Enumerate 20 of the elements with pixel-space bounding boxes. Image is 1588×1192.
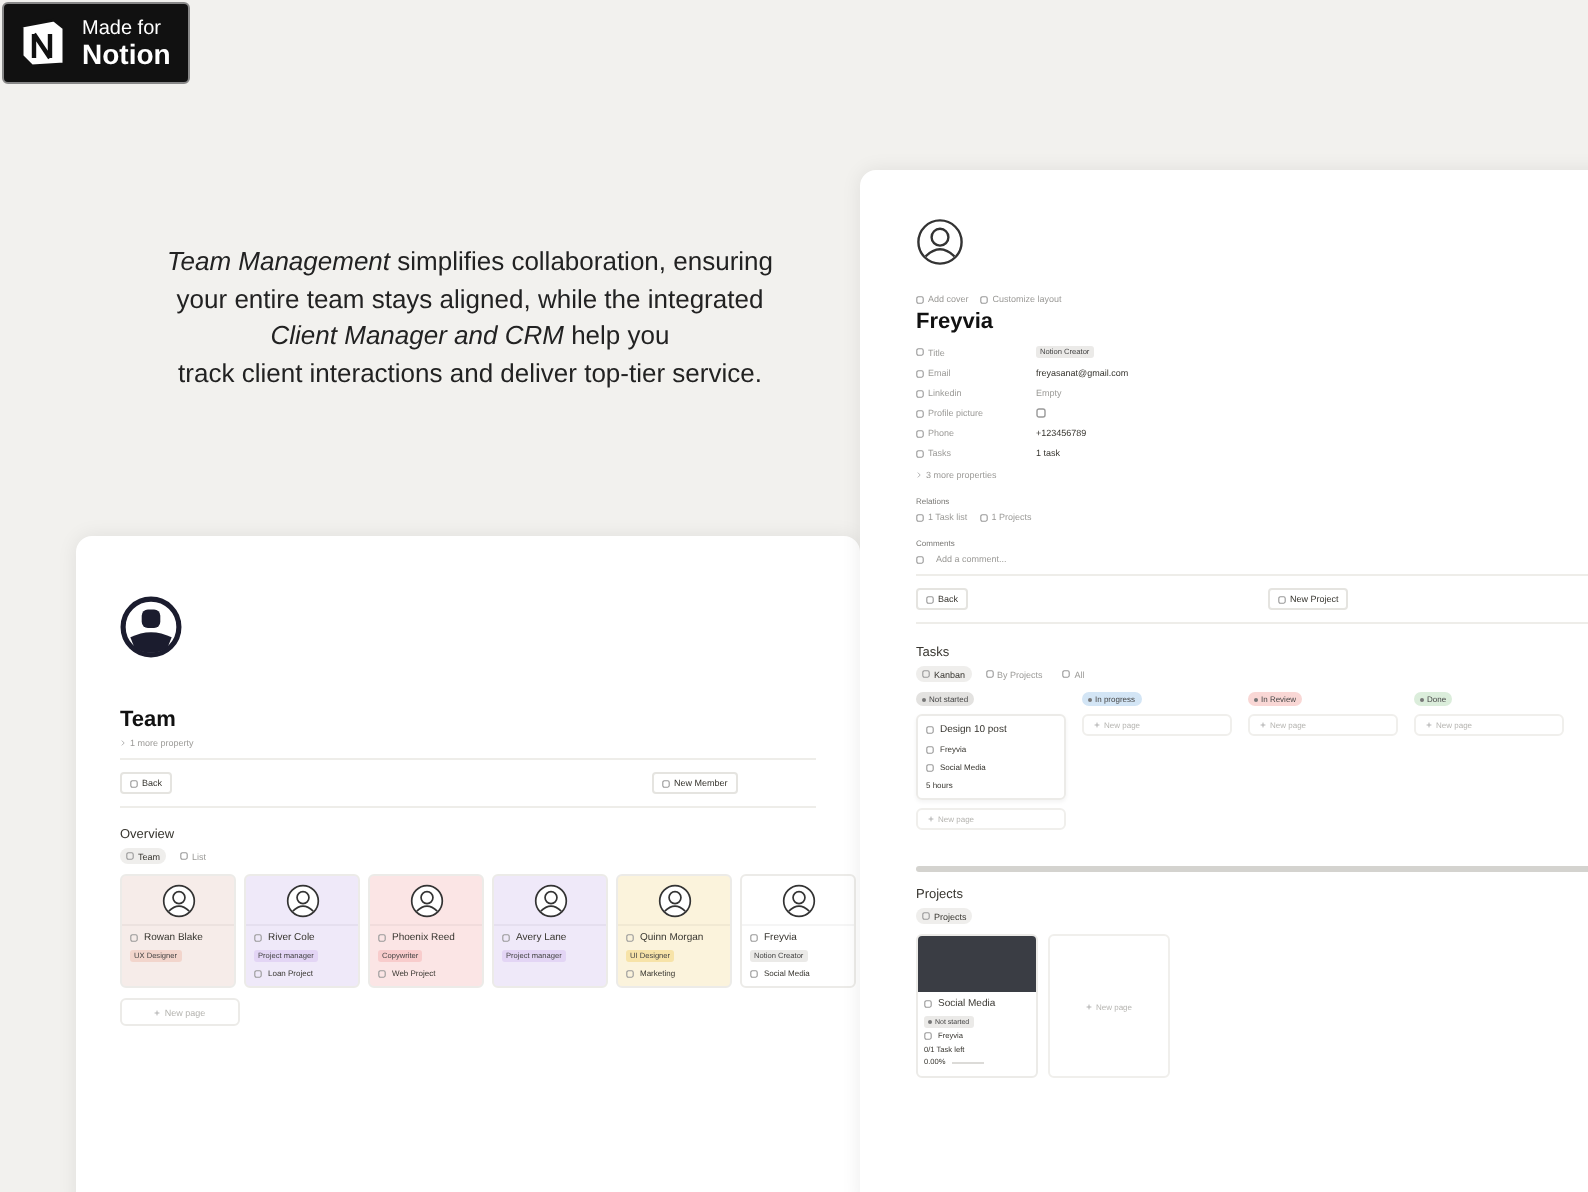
plus-icon: [1426, 722, 1432, 728]
badge-text: Made for: [82, 19, 163, 39]
avatar-icon: [409, 883, 443, 917]
avatar-icon: [657, 883, 691, 917]
plus-icon: [1260, 722, 1266, 728]
page-title: Freyvia: [916, 310, 996, 334]
plus-icon: [1085, 1003, 1092, 1009]
plus-icon: [928, 816, 934, 822]
intro-paragraph: Team Management simplifies collaboration, ensuring your entire team stays aligned, while the integrated Client Manager and CRM help you track client interactions and deliver top-tier service.: [164, 244, 775, 393]
photo-placeholder: [918, 936, 1036, 992]
avatar-icon: [533, 883, 567, 917]
badge-title: Notion: [82, 39, 171, 67]
plus-icon: [154, 1009, 161, 1015]
plus-icon: [1094, 722, 1100, 728]
page-title: Team: [120, 708, 178, 732]
team-icon: [120, 596, 182, 658]
avatar-icon: [916, 218, 964, 266]
avatar-icon: [781, 883, 815, 917]
avatar-icon: [161, 883, 195, 917]
avatar-icon: [285, 883, 319, 917]
